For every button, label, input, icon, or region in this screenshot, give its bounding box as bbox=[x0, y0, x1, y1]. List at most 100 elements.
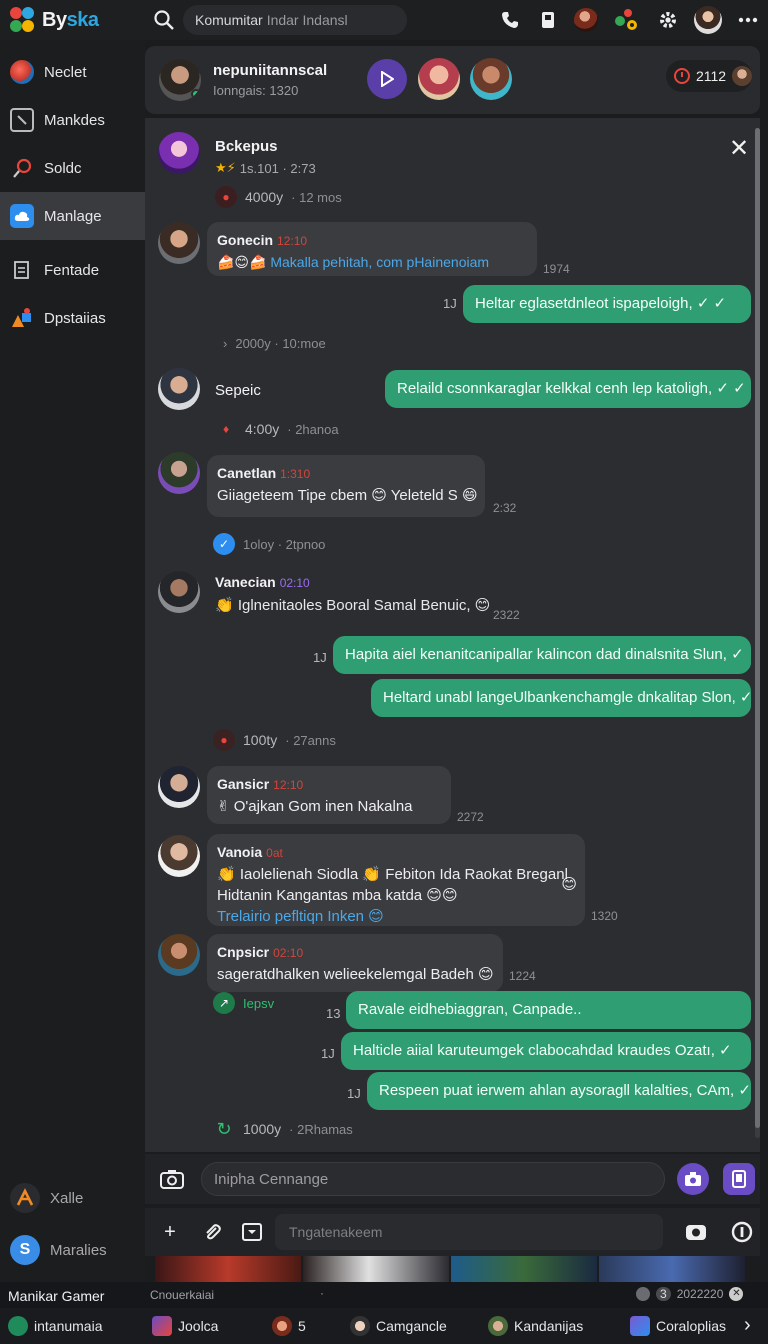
message-bubble-outgoing[interactable]: Respeen puat ierwem ahlan aysoragll kala… bbox=[367, 1072, 751, 1110]
sidebar-item-xalle[interactable]: Xalle bbox=[0, 1172, 145, 1224]
globe-small-icon bbox=[636, 1287, 650, 1301]
plus-icon[interactable]: + bbox=[157, 1219, 183, 1245]
device-button[interactable] bbox=[723, 1163, 755, 1195]
group-avatar[interactable] bbox=[158, 132, 200, 174]
sidebar-item-mankdes[interactable]: Mankdes bbox=[0, 96, 145, 144]
chat-avatar[interactable] bbox=[159, 59, 201, 101]
chat-subtitle: Ionngais: 1320 bbox=[213, 83, 299, 98]
message-bubble-outgoing[interactable]: Halticle aiial karuteumgek clabocahdad k… bbox=[341, 1032, 751, 1070]
status-value: 2022220 bbox=[676, 1287, 724, 1301]
day-divider: › 2000y · 10:moe bbox=[223, 336, 326, 351]
reaction-icon: ● bbox=[215, 186, 237, 208]
spark-icon bbox=[10, 1183, 40, 1213]
app-icon bbox=[488, 1316, 508, 1336]
media-thumbnail[interactable] bbox=[599, 1256, 745, 1282]
sender-name: Vanoia 0at bbox=[217, 844, 283, 860]
trend-icon bbox=[8, 1316, 28, 1336]
message-bubble[interactable]: Gansicr 12:10 ✌ O'ajkan Gom inen Nakalna bbox=[207, 766, 451, 824]
messages-panel[interactable]: ✕ Bckepus ★⚡ 1s.101 · 2:73 ● 4000y · 12 … bbox=[145, 118, 760, 1152]
sender-avatar[interactable] bbox=[158, 452, 200, 494]
close-small-icon[interactable]: ✕ bbox=[729, 1287, 744, 1301]
attachment-icon[interactable] bbox=[199, 1219, 225, 1245]
sidebar-item-neclet[interactable]: Neclet bbox=[0, 48, 145, 96]
user-avatar-icon[interactable] bbox=[574, 8, 598, 32]
alert-icon bbox=[674, 68, 690, 84]
divider-label: 1000y bbox=[243, 1121, 282, 1137]
scrollbar-thumb[interactable] bbox=[755, 128, 760, 1128]
sidebar-item-dpstaiias[interactable]: Dpstaiias bbox=[0, 294, 145, 342]
message-bubble[interactable]: Vanoia 0at 👏 Iaolelienah Siodla 👏 Febiton… bbox=[207, 834, 585, 926]
sender-avatar[interactable] bbox=[158, 934, 200, 976]
message-link[interactable]: Trelairio pefltiqn Inken 😊 bbox=[217, 906, 575, 927]
sender-avatar[interactable] bbox=[158, 222, 200, 264]
media-thumbnail[interactable] bbox=[303, 1256, 449, 1282]
participant-avatar[interactable] bbox=[470, 58, 512, 100]
taskbar-user[interactable]: intanumaia bbox=[8, 1316, 103, 1336]
taskbar-item-joolca[interactable]: Joolca bbox=[152, 1316, 218, 1336]
sidebar-item-label: Maralies bbox=[50, 1241, 107, 1259]
sidebar-item-fentade[interactable]: Fentade bbox=[0, 246, 145, 294]
pin-icon bbox=[10, 156, 34, 180]
phone-icon[interactable] bbox=[498, 8, 522, 32]
sender-avatar[interactable] bbox=[158, 835, 200, 877]
app-icon bbox=[152, 1316, 172, 1336]
message-input[interactable] bbox=[201, 1162, 665, 1196]
taskbar-item-coraloplias[interactable]: Coraloplias bbox=[630, 1316, 726, 1336]
more-menu-icon[interactable] bbox=[736, 8, 760, 32]
media-thumbnail[interactable] bbox=[155, 1256, 301, 1282]
timestamp: 2272 bbox=[457, 810, 484, 824]
search-input[interactable]: Komumitar Indar Indansl bbox=[183, 5, 407, 35]
play-button[interactable] bbox=[367, 59, 407, 99]
message-text: sageratdhalken welieekelemgal Badeh 😊 bbox=[217, 966, 494, 983]
read-receipt: 1J bbox=[443, 296, 457, 311]
photo-button[interactable] bbox=[677, 1163, 709, 1195]
sidebar-item-label: Dpstaiias bbox=[44, 309, 106, 327]
media-thumbnail[interactable] bbox=[451, 1256, 597, 1282]
message-text: Ravale eidhebiaggran, Canpade.. bbox=[358, 1001, 582, 1018]
camera-icon[interactable] bbox=[159, 1166, 185, 1192]
message-bubble[interactable]: Canetlan 1:310 Giiageteem Tipe cbem 😊 Yel… bbox=[207, 455, 485, 517]
message-bubble[interactable]: Gonecin 12:10 🍰😊🍰 Makalla pehitah, com pH… bbox=[207, 222, 537, 276]
sidebar-item-maralies[interactable]: S Maralies bbox=[0, 1224, 145, 1276]
star-icon: ★⚡ bbox=[215, 160, 236, 175]
message-bubble-outgoing[interactable]: Relaild csonnkaraglar kelkkal cenh lep k… bbox=[385, 370, 751, 408]
taskbar-item-camgancle[interactable]: Camgancle bbox=[350, 1316, 447, 1336]
message-text: ✌ O'ajkan Gom inen Nakalna bbox=[217, 798, 413, 815]
sidebar-item-manlage[interactable]: Manlage bbox=[0, 192, 155, 240]
sender-avatar[interactable] bbox=[158, 571, 200, 613]
sender-avatar[interactable] bbox=[158, 766, 200, 808]
message-bubble-outgoing[interactable]: Heltar eglasetdnleot ispapeloigh, ✓ ✓ bbox=[463, 285, 751, 323]
tablet-icon[interactable] bbox=[536, 8, 560, 32]
participant-avatar[interactable] bbox=[418, 58, 460, 100]
app-logo[interactable]: Byska bbox=[0, 6, 145, 34]
divider-sublabel: 27anns bbox=[293, 732, 336, 748]
settings-gear-icon[interactable] bbox=[656, 8, 680, 32]
message-bubble-outgoing[interactable]: Ravale eidhebiaggran, Canpade.. bbox=[346, 991, 751, 1029]
sender-name: Gansicr 12:10 bbox=[217, 776, 304, 792]
message-bubble[interactable]: Vanecian 02:10 👏 Iglnenitaoles Booral Sam… bbox=[215, 574, 515, 614]
play-icon bbox=[381, 71, 394, 87]
profile-avatar-icon[interactable] bbox=[694, 6, 722, 34]
close-icon[interactable]: ✕ bbox=[726, 136, 752, 162]
taskbar-item-5[interactable]: 5 bbox=[272, 1316, 306, 1336]
media-icon[interactable] bbox=[683, 1219, 709, 1245]
media-strip[interactable] bbox=[155, 1256, 745, 1282]
palette-icon[interactable] bbox=[612, 8, 642, 32]
sender-name: Canetlan 1:310 bbox=[217, 465, 311, 481]
sender-avatar[interactable] bbox=[158, 368, 200, 410]
alert-counter[interactable]: 2112 bbox=[666, 60, 752, 92]
info-circle-icon[interactable] bbox=[729, 1219, 755, 1245]
chevron-right-icon[interactable]: › bbox=[744, 1314, 751, 1337]
search-icon[interactable] bbox=[153, 9, 175, 31]
sender-name: Gonecin 12:10 bbox=[217, 232, 308, 248]
sidebar-item-soldc[interactable]: Soldc bbox=[0, 144, 145, 192]
chevron-right-icon: › bbox=[223, 336, 228, 351]
message-bubble[interactable]: Cnpsicr 02:10 sageratdhalken welieekelemg… bbox=[207, 934, 503, 992]
gif-box-icon[interactable] bbox=[239, 1219, 265, 1245]
secondary-input[interactable]: Tngatenakeem bbox=[275, 1214, 663, 1250]
search-hint: Indar Indansl bbox=[266, 12, 348, 28]
message-bubble-outgoing[interactable]: Hapita aiel kenanitcanipallar kalincon d… bbox=[333, 636, 751, 674]
message-text: Giiageteem Tipe cbem 😊 Yeleteld S 😄 bbox=[217, 487, 478, 504]
message-bubble-outgoing[interactable]: Heltard unabl langeUlbankenchamgle dnkal… bbox=[371, 679, 751, 717]
taskbar-item-kandanijas[interactable]: Kandanijas bbox=[488, 1316, 583, 1336]
